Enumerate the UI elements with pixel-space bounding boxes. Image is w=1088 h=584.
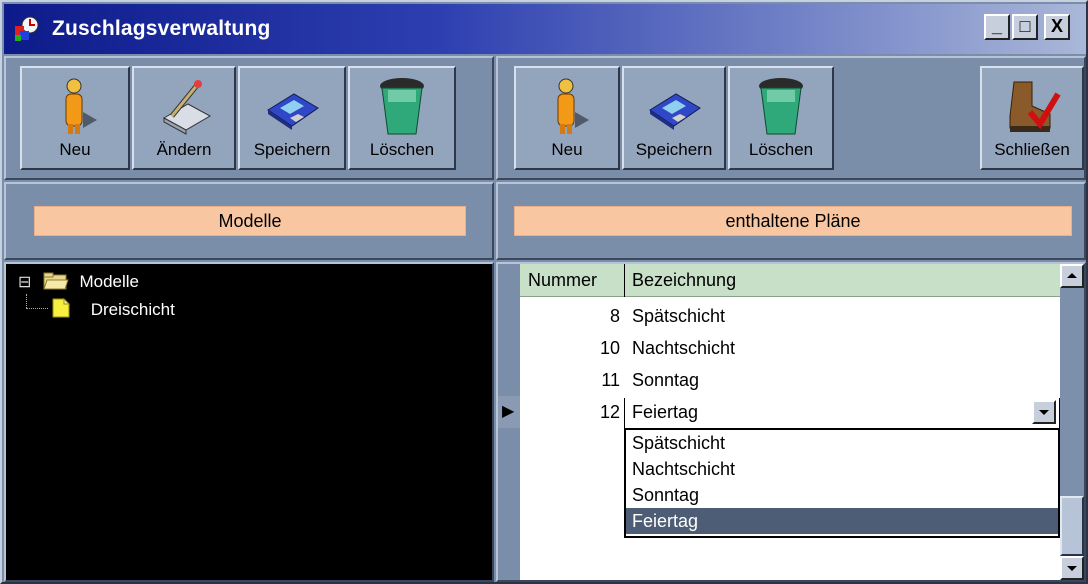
edit-pen-icon: [162, 80, 212, 135]
tree-item-label: Dreischicht: [90, 300, 175, 319]
left-edit-label: Ändern: [156, 140, 212, 159]
left-header-panel: Modelle: [4, 182, 494, 260]
right-delete-label: Löschen: [748, 140, 814, 159]
plans-grid[interactable]: Nummer Bezeichnung 8 Spätschicht 10 Nach…: [498, 264, 1060, 580]
left-new-label: Neu: [59, 140, 91, 159]
grid-panel: Nummer Bezeichnung 8 Spätschicht 10 Nach…: [496, 262, 1086, 582]
trash-bin-icon: [759, 78, 803, 135]
cell-nummer: 12: [599, 402, 620, 422]
tree-connector-vertical: [26, 294, 27, 308]
dropdown-option[interactable]: Nachtschicht: [632, 456, 735, 482]
app-icon: [15, 16, 39, 41]
cell-bezeichnung: Feiertag: [632, 402, 699, 422]
tree-root-row[interactable]: ⊟ Modelle: [18, 270, 139, 294]
maximize-button[interactable]: □: [1012, 14, 1038, 40]
scroll-thumb[interactable]: [1060, 496, 1084, 556]
document-icon: [52, 297, 71, 318]
table-row[interactable]: 8 Spätschicht: [520, 300, 1060, 332]
tree-panel: ⊟ Modelle Dreischicht: [4, 262, 494, 582]
left-toolbar: Neu Ändern Speichern Löschen: [4, 56, 494, 180]
tree-connector-horizontal: [26, 308, 48, 309]
cell-nummer: 8: [609, 306, 620, 326]
right-save-button[interactable]: Speichern: [622, 66, 726, 170]
dropdown-option[interactable]: Spätschicht: [632, 430, 725, 456]
boot-check-icon: [1009, 81, 1061, 132]
left-delete-label: Löschen: [369, 140, 435, 159]
right-header-panel: enthaltene Pläne: [496, 182, 1086, 260]
models-header: Modelle: [34, 206, 466, 236]
chevron-up-icon: [1067, 273, 1077, 278]
tree-collapse-toggle[interactable]: ⊟: [18, 271, 34, 295]
scroll-down-button[interactable]: [1060, 556, 1084, 580]
app-window: Zuschlagsverwaltung _ □ X Neu Ändern Spe…: [0, 0, 1088, 584]
plans-header: enthaltene Pläne: [514, 206, 1072, 236]
folder-open-icon: [43, 272, 69, 290]
right-new-label: Neu: [551, 140, 583, 159]
chevron-down-icon: [1067, 566, 1077, 571]
left-edit-button[interactable]: Ändern: [132, 66, 236, 170]
cell-nummer: 11: [601, 370, 620, 390]
cell-bezeichnung: Sonntag: [632, 370, 700, 390]
floppy-disk-icon: [267, 93, 319, 130]
bezeichnung-dropdown-list[interactable]: Spätschicht Nachtschicht Sonntag Feierta…: [624, 428, 1060, 538]
right-new-button[interactable]: Neu: [514, 66, 620, 170]
right-delete-button[interactable]: Löschen: [728, 66, 834, 170]
current-row-indicator: ▶: [498, 396, 520, 428]
close-button[interactable]: X: [1044, 14, 1070, 40]
scroll-up-button[interactable]: [1060, 264, 1084, 288]
column-header-bezeichnung[interactable]: Bezeichnung: [632, 264, 736, 296]
cell-bezeichnung: Spätschicht: [632, 306, 726, 326]
close-window-button[interactable]: Schließen: [980, 66, 1084, 170]
trash-bin-icon: [380, 78, 424, 135]
left-delete-button[interactable]: Löschen: [348, 66, 456, 170]
person-new-icon: [557, 78, 589, 134]
tree-root-label: Modelle: [79, 272, 140, 291]
tree-item-dreischicht[interactable]: Dreischicht: [52, 297, 175, 322]
minimize-button[interactable]: _: [984, 14, 1010, 40]
left-new-button[interactable]: Neu: [20, 66, 130, 170]
cell-bezeichnung: Nachtschicht: [632, 338, 736, 358]
person-new-icon: [65, 78, 97, 134]
cell-nummer: 10: [599, 338, 620, 358]
floppy-disk-icon: [649, 93, 701, 130]
dropdown-toggle-button[interactable]: [1032, 400, 1056, 424]
grid-vertical-scrollbar[interactable]: [1060, 264, 1084, 580]
grid-header-row: Nummer Bezeichnung: [520, 264, 1060, 297]
title-bar[interactable]: Zuschlagsverwaltung _ □ X: [4, 4, 1086, 54]
left-save-button[interactable]: Speichern: [238, 66, 346, 170]
dropdown-option[interactable]: Sonntag: [632, 482, 699, 508]
table-row[interactable]: 10 Nachtschicht: [520, 332, 1060, 364]
right-toolbar: Neu Speichern Löschen Schließen: [496, 56, 1086, 180]
chevron-down-icon: [1039, 410, 1049, 415]
dropdown-option-selected[interactable]: Feiertag: [626, 508, 1058, 534]
models-tree[interactable]: ⊟ Modelle Dreischicht: [6, 264, 492, 580]
scroll-track[interactable]: [1060, 288, 1084, 496]
close-window-label: Schließen: [994, 140, 1070, 159]
column-header-nummer[interactable]: Nummer: [528, 264, 597, 296]
window-title: Zuschlagsverwaltung: [52, 17, 271, 40]
column-divider: [624, 264, 625, 297]
left-save-label: Speichern: [253, 140, 331, 159]
current-row-arrow-icon: ▶: [502, 403, 515, 420]
table-row[interactable]: 11 Sonntag: [520, 364, 1060, 396]
table-row-current[interactable]: 12 Feiertag: [520, 396, 1060, 428]
right-save-label: Speichern: [635, 140, 713, 159]
